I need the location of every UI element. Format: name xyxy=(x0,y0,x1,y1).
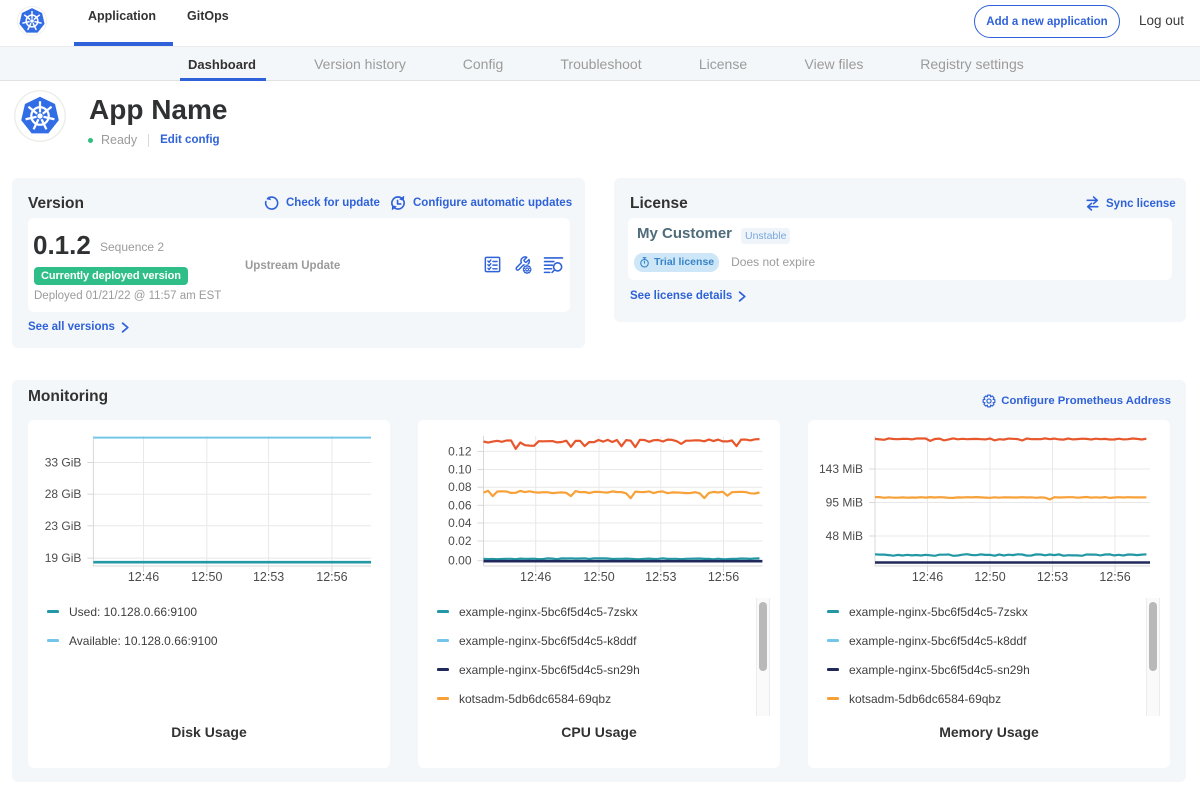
svg-text:0.12: 0.12 xyxy=(448,444,472,458)
svg-text:12:50: 12:50 xyxy=(191,570,222,584)
svg-text:12:46: 12:46 xyxy=(520,570,551,584)
svg-text:12:46: 12:46 xyxy=(128,570,159,584)
svg-text:12:50: 12:50 xyxy=(583,570,614,584)
svg-text:12:56: 12:56 xyxy=(316,570,347,584)
svg-text:0.06: 0.06 xyxy=(448,498,472,512)
svg-text:12:53: 12:53 xyxy=(645,570,676,584)
svg-text:12:53: 12:53 xyxy=(253,570,284,584)
svg-text:0.00: 0.00 xyxy=(448,554,472,568)
svg-text:0.10: 0.10 xyxy=(448,463,472,477)
svg-text:0.02: 0.02 xyxy=(448,534,472,548)
svg-text:12:56: 12:56 xyxy=(708,570,739,584)
svg-text:28 GiB: 28 GiB xyxy=(45,487,82,501)
svg-text:19 GiB: 19 GiB xyxy=(45,551,82,565)
svg-text:0.08: 0.08 xyxy=(448,480,472,494)
svg-text:23 GiB: 23 GiB xyxy=(45,519,82,533)
svg-text:143 MiB: 143 MiB xyxy=(819,462,863,476)
svg-text:48 MiB: 48 MiB xyxy=(826,529,863,543)
svg-text:95 MiB: 95 MiB xyxy=(826,496,863,510)
svg-text:33 GiB: 33 GiB xyxy=(45,456,82,470)
svg-text:12:56: 12:56 xyxy=(1099,570,1130,584)
svg-text:12:50: 12:50 xyxy=(974,570,1005,584)
svg-text:0.04: 0.04 xyxy=(448,516,472,530)
svg-text:12:46: 12:46 xyxy=(912,570,943,584)
svg-text:12:53: 12:53 xyxy=(1037,570,1068,584)
